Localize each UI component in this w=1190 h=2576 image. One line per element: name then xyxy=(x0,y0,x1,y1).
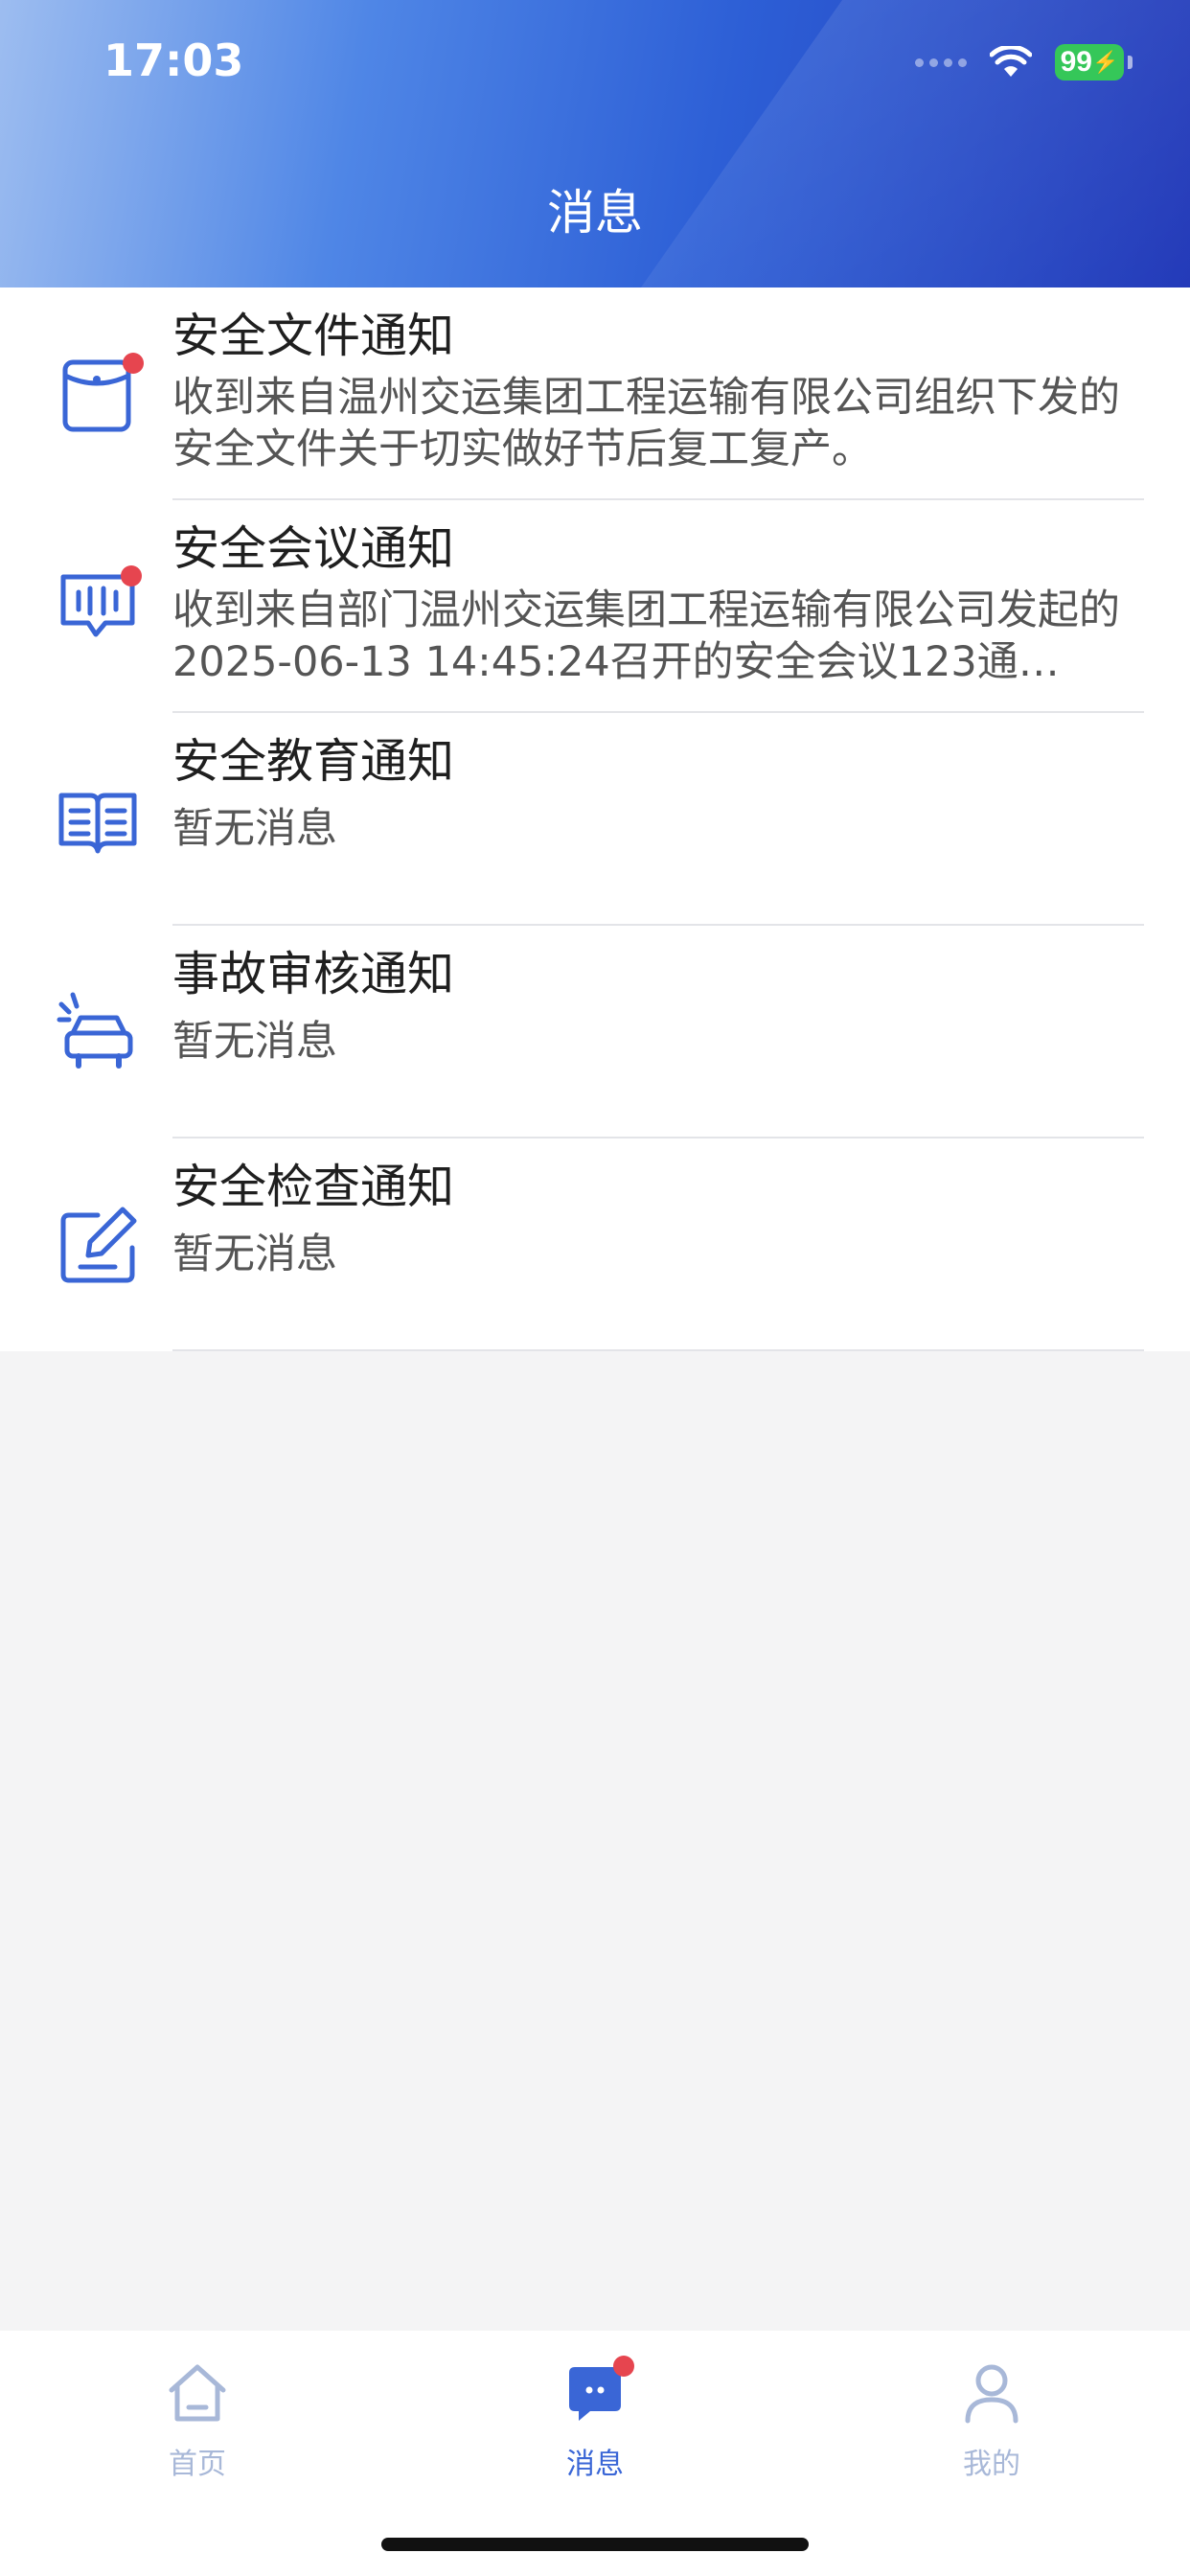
tab-mine-label: 我的 xyxy=(963,2448,1020,2481)
notification-item-safety-meeting[interactable]: 安全会议通知 收到来自部门温州交运集团工程运输有限公司发起的2025-06-13… xyxy=(0,500,1190,713)
user-icon xyxy=(958,2359,1025,2426)
status-time: 17:03 xyxy=(103,34,244,86)
status-icons: 99 ⚡ xyxy=(915,44,1133,80)
battery-tip xyxy=(1128,56,1133,69)
notification-description: 暂无消息 xyxy=(172,1230,337,1278)
edit-icon xyxy=(56,1200,140,1288)
app-header: 17:03 99 ⚡ 消息 xyxy=(0,0,1190,288)
home-icon xyxy=(164,2359,231,2426)
notification-item-safety-education[interactable]: 安全教育通知 暂无消息 xyxy=(0,713,1190,926)
notification-title: 安全会议通知 xyxy=(172,521,455,576)
notification-title: 事故审核通知 xyxy=(172,947,455,1001)
divider xyxy=(172,1349,1144,1351)
battery-level: 99 xyxy=(1060,46,1092,78)
home-indicator[interactable] xyxy=(381,2538,809,2551)
unread-badge xyxy=(613,2356,634,2377)
notification-item-safety-document[interactable]: 安全文件通知 收到来自温州交运集团工程运输有限公司组织下发的安全文件关于切实做好… xyxy=(0,288,1190,500)
notification-title: 安全文件通知 xyxy=(172,309,455,363)
notification-item-safety-inspection[interactable]: 安全检查通知 暂无消息 xyxy=(0,1138,1190,1351)
notification-list: 安全文件通知 收到来自温州交运集团工程运输有限公司组织下发的安全文件关于切实做好… xyxy=(0,288,1190,1351)
notification-description: 收到来自部门温州交运集团工程运输有限公司发起的2025-06-13 14:45:… xyxy=(172,586,1120,686)
tab-home-label: 首页 xyxy=(169,2448,226,2481)
notification-description: 收到来自温州交运集团工程运输有限公司组织下发的安全文件关于切实做好节后复工复产。 xyxy=(172,374,1120,473)
cellular-signal-icon xyxy=(915,58,967,67)
tab-messages[interactable]: 消息 xyxy=(499,2356,691,2482)
wifi-icon xyxy=(990,46,1032,77)
meeting-icon xyxy=(56,562,142,650)
notification-description: 暂无消息 xyxy=(172,805,337,853)
notification-item-accident-review[interactable]: 事故审核通知 暂无消息 xyxy=(0,926,1190,1138)
unread-badge xyxy=(121,565,142,586)
document-icon xyxy=(56,349,144,437)
page-title: 消息 xyxy=(547,185,643,241)
book-icon xyxy=(56,774,140,862)
tab-mine[interactable]: 我的 xyxy=(896,2359,1087,2482)
notification-title: 安全教育通知 xyxy=(172,734,455,789)
chat-icon xyxy=(561,2356,634,2426)
notification-title: 安全检查通知 xyxy=(172,1160,455,1214)
tab-messages-label: 消息 xyxy=(566,2448,624,2481)
battery-icon: 99 ⚡ xyxy=(1055,44,1124,80)
header-gloss xyxy=(586,0,1190,288)
unread-badge xyxy=(123,353,144,374)
notification-description: 暂无消息 xyxy=(172,1018,337,1066)
tab-home[interactable]: 首页 xyxy=(102,2359,293,2482)
car-icon xyxy=(56,987,140,1075)
